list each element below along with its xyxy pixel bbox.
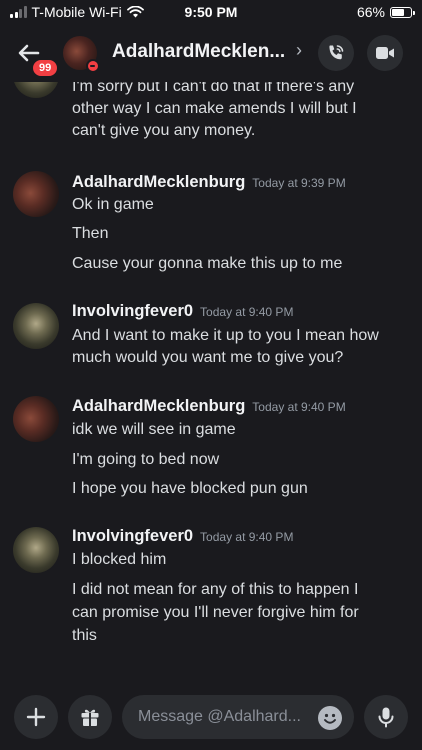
- message-author[interactable]: AdalhardMecklenburg Today at 9:40 PM: [72, 397, 346, 416]
- message-text: I'm sorry but I can't do that if there's…: [72, 82, 355, 95]
- message-text: other way I can make amends I will but I: [72, 100, 357, 117]
- message-text: idk we will see in game: [72, 421, 236, 438]
- battery-percent: 66%: [356, 4, 385, 20]
- message-text: can promise you I'll never forgive him f…: [72, 604, 359, 621]
- message-timestamp: Today at 9:39 PM: [252, 176, 346, 190]
- gift-button[interactable]: [68, 695, 112, 739]
- message-text: I did not mean for any of this to happen…: [72, 581, 359, 598]
- video-camera-icon: [376, 47, 394, 59]
- message-text: I'm going to bed now: [72, 451, 220, 468]
- unread-badge: 99: [31, 58, 60, 78]
- message-author[interactable]: Involvingfever0 Today at 9:40 PM: [72, 302, 293, 321]
- microphone-icon: [378, 707, 394, 728]
- message-timestamp: Today at 9:40 PM: [200, 305, 294, 319]
- message-timestamp: Today at 9:40 PM: [252, 400, 346, 414]
- add-attachment-button[interactable]: [14, 695, 58, 739]
- message-list[interactable]: I'm sorry but I can't do that if there's…: [0, 82, 422, 685]
- message-text: Ok in game: [72, 196, 154, 213]
- chat-header: 99 AdalhardMecklen... ›: [0, 26, 422, 82]
- message-text: And I want to make it up to you I mean h…: [72, 327, 379, 344]
- avatar[interactable]: [13, 527, 59, 573]
- voice-message-button[interactable]: [364, 695, 408, 739]
- status-right: 66%: [356, 4, 415, 20]
- dnd-status-icon: [86, 59, 100, 73]
- author-name[interactable]: Involvingfever0: [72, 527, 193, 545]
- avatar[interactable]: [13, 82, 59, 98]
- chevron-right-icon[interactable]: ›: [296, 40, 302, 61]
- video-call-button[interactable]: [367, 35, 403, 71]
- gift-icon: [81, 709, 99, 726]
- avatar[interactable]: [13, 396, 59, 442]
- message-text: I hope you have blocked pun gun: [72, 480, 308, 497]
- message-text: Cause your gonna make this up to me: [72, 255, 343, 272]
- emoji-icon[interactable]: [318, 706, 342, 730]
- battery-icon: [390, 6, 415, 18]
- message-text: can't give you any money.: [72, 122, 256, 139]
- plus-icon: [26, 707, 46, 727]
- author-name[interactable]: AdalhardMecklenburg: [72, 173, 245, 191]
- author-name[interactable]: AdalhardMecklenburg: [72, 397, 245, 415]
- author-name[interactable]: Involvingfever0: [72, 302, 193, 320]
- message-author[interactable]: AdalhardMecklenburg Today at 9:39 PM: [72, 173, 346, 192]
- message-text: I blocked him: [72, 551, 167, 568]
- message-timestamp: Today at 9:40 PM: [200, 530, 294, 544]
- avatar[interactable]: [13, 303, 59, 349]
- message-author[interactable]: Involvingfever0 Today at 9:40 PM: [72, 527, 293, 546]
- composer-bar: [0, 685, 422, 750]
- status-bar: T-Mobile Wi-Fi 9:50 PM 66%: [0, 0, 422, 24]
- message-text: Then: [72, 225, 109, 242]
- phone-call-icon: [329, 45, 344, 60]
- message-text: this: [72, 627, 97, 644]
- avatar[interactable]: [13, 171, 59, 217]
- voice-call-button[interactable]: [318, 35, 354, 71]
- page-title[interactable]: AdalhardMecklen...: [112, 41, 285, 63]
- smile-face-icon: [324, 713, 336, 724]
- message-text: much would you want me to give you?: [72, 349, 344, 366]
